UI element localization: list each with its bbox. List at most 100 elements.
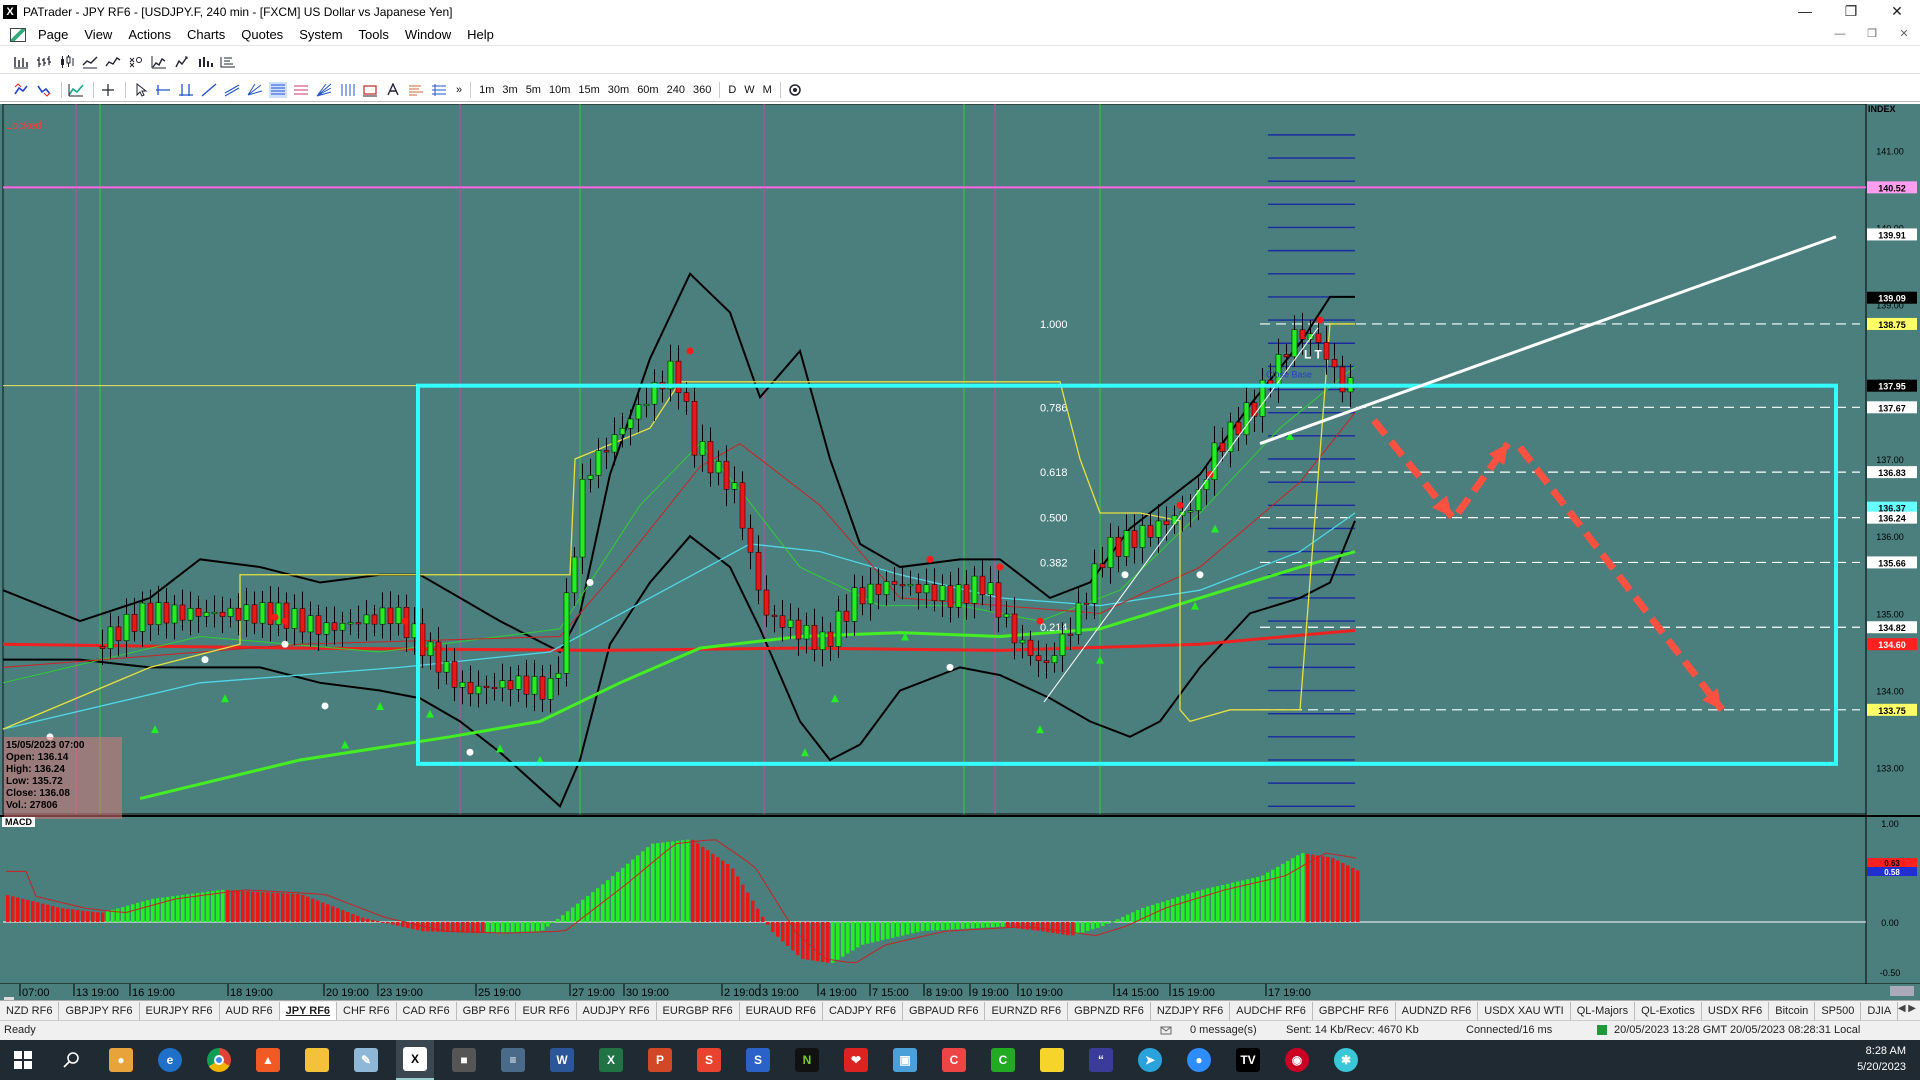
bear-candle[interactable] [315,615,322,635]
bear-candle[interactable] [1283,354,1290,358]
menu-quotes[interactable]: Quotes [235,27,293,42]
menu-tools[interactable]: Tools [353,27,399,42]
bull-candle[interactable] [307,615,314,633]
symbol-tab-usdx-xau-wti[interactable]: USDX XAU WTI [1478,1001,1571,1020]
app-icon-s-red[interactable]: S [690,1040,728,1080]
bear-candle[interactable] [691,401,698,456]
bear-candle[interactable] [739,482,746,529]
bull-candle[interactable] [619,428,626,435]
app-icon-s-blue[interactable]: S [739,1040,777,1080]
line-chart-icon[interactable] [104,54,122,70]
fibonacci-extension-icon[interactable] [292,82,310,98]
bear-candle[interactable] [747,527,754,553]
bear-candle[interactable] [603,450,610,453]
bull-candle[interactable] [1075,602,1082,635]
bear-candle[interactable] [435,641,442,673]
minimize-button[interactable]: — [1782,0,1828,24]
bear-candle[interactable] [875,583,882,595]
point-figure-icon[interactable] [127,54,145,70]
bear-candle[interactable] [795,619,802,640]
kagi-chart-icon[interactable] [173,54,191,70]
bear-candle[interactable] [147,602,154,625]
tradingview-icon[interactable]: TV [1229,1040,1267,1080]
timeframe-360[interactable]: 360 [693,84,711,96]
trendline-white[interactable] [1259,235,1837,445]
bear-candle[interactable] [1299,329,1306,340]
bull-candle[interactable] [1107,537,1114,568]
bear-candle[interactable] [539,676,546,700]
timeframe-daily[interactable]: D [728,84,736,96]
bear-candle[interactable] [1043,660,1050,663]
app-icon-green[interactable]: N [788,1040,826,1080]
bull-candle[interactable] [443,661,450,673]
bull-candle[interactable] [563,592,570,674]
bear-candle[interactable] [483,685,490,688]
bear-candle[interactable] [1115,537,1122,557]
bear-candle[interactable] [1331,359,1338,368]
symbol-tab-gbpchf-rf6[interactable]: GBPCHF RF6 [1313,1001,1396,1020]
app-icon-red[interactable]: ❤ [837,1040,875,1080]
bear-candle[interactable] [131,614,138,632]
menu-help[interactable]: Help [461,27,504,42]
symbol-tab-chf-rf6[interactable]: CHF RF6 [337,1001,397,1020]
bar-chart-icon[interactable] [12,54,30,70]
pitchfork-icon[interactable] [246,82,264,98]
symbol-tab-djia[interactable]: DJIA [1861,1001,1899,1020]
buy-order-icon[interactable] [12,82,30,98]
bear-candle[interactable] [1323,342,1330,360]
timeframe-15m[interactable]: 15m [578,84,599,96]
bull-candle[interactable] [907,584,914,587]
app-icon-2[interactable]: ✎ [347,1040,385,1080]
bull-candle[interactable] [1051,655,1058,663]
bull-candle[interactable] [731,482,738,490]
bear-candle[interactable] [915,584,922,594]
bull-candle[interactable] [587,475,594,480]
bull-candle[interactable] [323,622,330,635]
bear-candle[interactable] [507,680,514,690]
menu-charts[interactable]: Charts [181,27,235,42]
bull-candle[interactable] [1019,639,1026,644]
bear-candle[interactable] [859,587,866,605]
symbol-tab-eurgbp-rf6[interactable]: EURGBP RF6 [657,1001,740,1020]
search-icon[interactable] [53,1040,91,1080]
bull-candle[interactable] [923,584,930,594]
text-tool-icon[interactable] [384,82,402,98]
symbol-tab-ql-majors[interactable]: QL-Majors [1571,1001,1636,1020]
bull-candle[interactable] [1139,525,1146,548]
file-explorer-icon[interactable] [298,1040,336,1080]
bear-candle[interactable] [763,589,770,616]
bull-candle[interactable] [1123,530,1130,557]
symbol-tab-ql-exotics[interactable]: QL-Exotics [1635,1001,1702,1020]
bear-candle[interactable] [723,461,730,490]
fibonacci-retracement-icon[interactable] [269,81,287,98]
powerpoint-icon[interactable]: P [641,1040,679,1080]
symbol-tab-eur-rf6[interactable]: EUR RF6 [516,1001,577,1020]
bear-candle[interactable] [1147,525,1154,538]
timeframe-3m[interactable]: 3m [502,84,517,96]
bull-candle[interactable] [515,675,522,690]
heikin-chart-icon[interactable] [81,54,99,70]
app-icon-c-red[interactable]: C [935,1040,973,1080]
bull-candle[interactable] [1243,402,1250,436]
bull-candle[interactable] [955,584,962,608]
bear-candle[interactable] [99,646,106,649]
bear-candle[interactable] [963,584,970,604]
timeframe-monthly[interactable]: M [763,84,772,96]
andrews-icon[interactable] [430,82,448,98]
symbol-tab-gbpaud-rf6[interactable]: GBPAUD RF6 [903,1001,986,1020]
symbol-tab-cad-rf6[interactable]: CAD RF6 [397,1001,457,1020]
timeframe-30m[interactable]: 30m [608,84,629,96]
mdi-restore-button[interactable]: ❐ [1864,27,1880,41]
bull-candle[interactable] [499,680,506,689]
bear-candle[interactable] [1067,633,1074,636]
bear-candle[interactable] [1163,520,1170,525]
bear-candle[interactable] [1099,563,1106,568]
bear-candle[interactable] [419,623,426,656]
bull-candle[interactable] [555,673,562,679]
levels-icon[interactable] [407,82,425,98]
bear-candle[interactable] [1131,530,1138,548]
app-icon-4[interactable]: ▣ [886,1040,924,1080]
bear-candle[interactable] [195,608,202,617]
bull-candle[interactable] [579,479,586,558]
bull-candle[interactable] [227,607,234,617]
